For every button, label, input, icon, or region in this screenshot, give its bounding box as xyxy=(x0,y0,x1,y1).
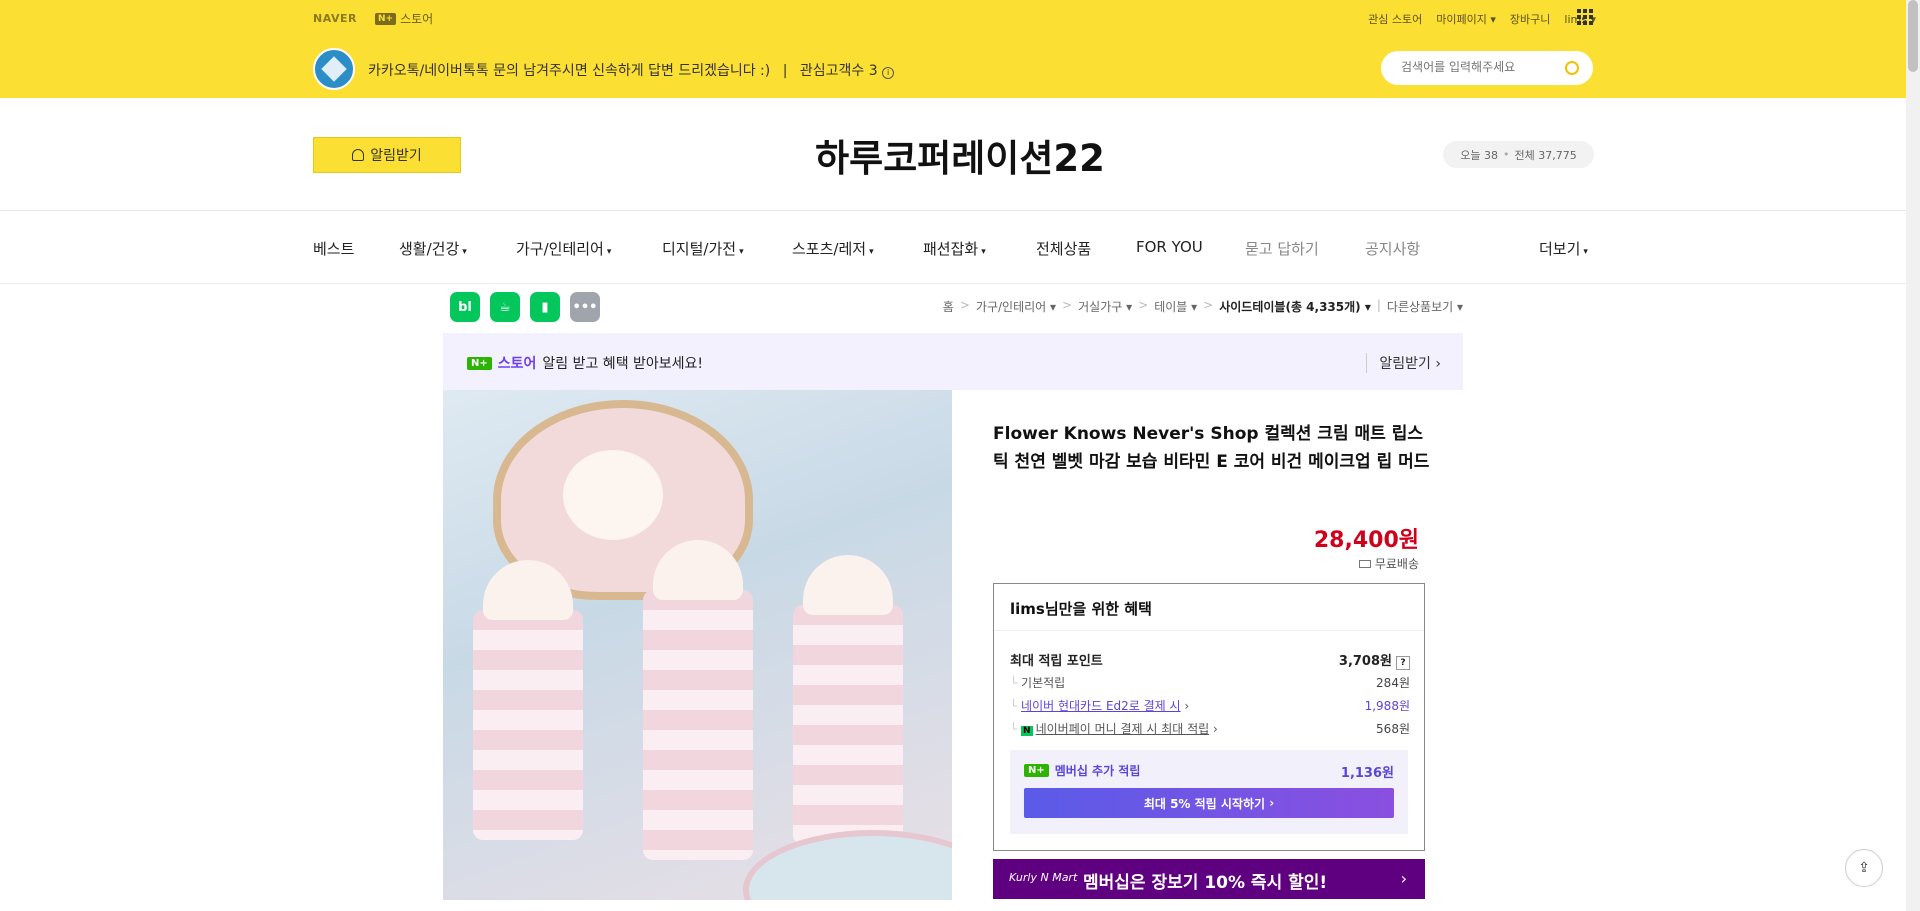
chevron-down-icon: ▾ xyxy=(739,247,744,257)
product-price: 28,400원 xyxy=(1313,528,1419,553)
interest-customers: 관심고객수 3 xyxy=(799,63,878,79)
topbar-row: NAVER N+ 스토어 관심 스토어 마이페이지 ▾ 장바구니 lims ▾ xyxy=(0,0,1920,36)
nplus-badge: N+ xyxy=(467,356,492,370)
cat-for-you[interactable]: FOR YOU xyxy=(1136,238,1203,256)
chevron-down-icon: ▾ xyxy=(606,247,612,257)
naver-logo[interactable]: NAVER xyxy=(313,12,357,25)
scrollbar[interactable] xyxy=(1906,0,1920,911)
max-point-row: 최대 적립 포인트 3,708원? xyxy=(1010,650,1410,670)
membership-start-button[interactable]: 최대 5% 적립 시작하기 › xyxy=(1024,788,1394,818)
nstore-promo-banner[interactable]: N+ 스토어 알림 받고 혜택 받아보세요! 알림받기 › xyxy=(443,333,1463,390)
chevron-right-icon: › xyxy=(1435,356,1441,372)
promo-text: 알림 받고 혜택 받아보세요! xyxy=(542,356,704,372)
benefit-box: lims님만을 위한 혜택 최대 적립 포인트 3,708원? └ 기본적립 2… xyxy=(993,583,1425,851)
cat-more[interactable]: 더보기 ▾ xyxy=(1539,238,1588,259)
breadcrumb-home[interactable]: 홈 xyxy=(943,298,954,315)
nplus-badge: N+ xyxy=(375,12,397,25)
breadcrumb-cat3[interactable]: 테이블 ▾ xyxy=(1154,298,1197,315)
product-image[interactable] xyxy=(443,390,952,900)
share-icons: bl ☕ ▮ ••• xyxy=(450,292,600,322)
kurly-logo: Kurly N Mart xyxy=(1009,871,1078,884)
store-topbar: NAVER N+ 스토어 관심 스토어 마이페이지 ▾ 장바구니 lims ▾ … xyxy=(0,0,1920,98)
share-icon[interactable]: ⇪ xyxy=(1845,849,1883,887)
jar-right xyxy=(793,555,903,845)
store-title[interactable]: 하루코퍼레이션22 xyxy=(0,128,1920,182)
link-cart[interactable]: 장바구니 xyxy=(1510,11,1550,27)
breadcrumb-current[interactable]: 사이드테이블(총 4,335개) ▾ xyxy=(1219,298,1371,315)
help-icon[interactable]: ? xyxy=(1396,656,1410,670)
breadcrumb: 홈 > 가구/인테리어 ▾ > 거실가구 ▾ > 테이블 ▾ > 사이드테이블(… xyxy=(942,298,1463,315)
breadcrumb-cat1[interactable]: 가구/인테리어 ▾ xyxy=(976,298,1056,315)
shipping-info: 무료배송 xyxy=(1358,555,1419,572)
more-icon[interactable]: ••• xyxy=(570,292,600,322)
product-title: Flower Knows Never's Shop 컬렉션 크림 매트 립스틱 … xyxy=(993,424,1430,472)
truck-icon xyxy=(1358,559,1371,568)
nplus-badge: N+ xyxy=(1024,764,1049,777)
kurly-text: 멤버십은 장보기 10% 즉시 할인! xyxy=(1083,873,1328,893)
chevron-down-icon: ▾ xyxy=(869,247,874,257)
visit-count: 오늘 38 • 전체 37,775 xyxy=(1443,141,1594,168)
chevron-down-icon: ▾ xyxy=(1583,247,1588,257)
info-icon[interactable]: i xyxy=(882,67,895,79)
card-point-link[interactable]: 네이버 현대카드 Ed2로 결제 시 xyxy=(1021,699,1181,713)
search-icon[interactable] xyxy=(1565,61,1579,75)
membership-value: 1,136원 xyxy=(1340,766,1394,781)
notice-text: 카카오톡/네이버톡톡 문의 남겨주시면 신속하게 답변 드리겠습니다 :) | … xyxy=(368,60,895,80)
cat-qna[interactable]: 묻고 답하기 xyxy=(1245,238,1319,259)
poodle-figure xyxy=(563,450,663,540)
cat-digital[interactable]: 디지털/가전 ▾ xyxy=(662,238,744,259)
chevron-down-icon: ▾ xyxy=(981,247,986,257)
store-logo-icon[interactable] xyxy=(313,48,355,90)
benefit-title: lims님만을 위한 혜택 xyxy=(1010,600,1152,618)
notice-row: 카카오톡/네이버톡톡 문의 남겨주시면 신속하게 답변 드리겠습니다 :) | … xyxy=(0,36,1920,98)
search-box[interactable] xyxy=(1381,51,1593,85)
cat-best[interactable]: 베스트 xyxy=(313,238,354,259)
chevron-right-icon: › xyxy=(1400,869,1407,888)
store-header: 알림받기 하루코퍼레이션22 오늘 38 • 전체 37,775 xyxy=(0,98,1920,211)
jar-left xyxy=(473,560,583,840)
scrollbar-thumb[interactable] xyxy=(1908,0,1918,72)
link-mypage[interactable]: 마이페이지 ▾ xyxy=(1436,11,1496,27)
top-links: 관심 스토어 마이페이지 ▾ 장바구니 lims ▾ xyxy=(1368,11,1596,27)
cat-all-products[interactable]: 전체상품 xyxy=(1036,238,1091,259)
cat-fashion[interactable]: 패션잡화 ▾ xyxy=(923,238,986,259)
link-favorite-store[interactable]: 관심 스토어 xyxy=(1368,11,1422,27)
card-point-row[interactable]: └ 네이버 현대카드 Ed2로 결제 시 › 1,988원 xyxy=(1010,697,1410,714)
chevron-down-icon: ▾ xyxy=(462,247,467,257)
cat-sports[interactable]: 스포츠/레저 ▾ xyxy=(792,238,874,259)
promo-alarm-link[interactable]: 알림받기 › xyxy=(1366,353,1441,373)
basic-point-row: └ 기본적립 284원 xyxy=(1010,676,1410,690)
cat-notice[interactable]: 공지사항 xyxy=(1365,238,1420,259)
nstore-label: 스토어 xyxy=(400,12,434,26)
cafe-icon[interactable]: ☕ xyxy=(490,292,520,322)
npay-icon: N xyxy=(1021,726,1033,736)
cat-life-health[interactable]: 생활/건강 ▾ xyxy=(399,238,467,259)
cat-furniture[interactable]: 가구/인테리어 ▾ xyxy=(516,238,611,259)
category-nav: 베스트 생활/건강 ▾ 가구/인테리어 ▾ 디지털/가전 ▾ 스포츠/레저 ▾ 패션잡화… xyxy=(0,212,1920,284)
blog-icon[interactable]: bl xyxy=(450,292,480,322)
pay-point-row[interactable]: └ N 네이버페이 머니 결제 시 최대 적립 › 568원 xyxy=(1010,720,1410,737)
search-input[interactable] xyxy=(1401,60,1551,74)
breadcrumb-other[interactable]: 다른상품보기 ▾ xyxy=(1387,298,1463,315)
breadcrumb-cat2[interactable]: 거실가구 ▾ xyxy=(1078,298,1132,315)
nstore-label: 스토어 xyxy=(497,356,537,372)
bookmark-icon[interactable]: ▮ xyxy=(530,292,560,322)
plate-decoration xyxy=(743,830,952,900)
kurly-banner[interactable]: Kurly N Mart 멤버십은 장보기 10% 즉시 할인! › xyxy=(993,859,1425,899)
membership-box: N+ 멤버십 추가 적립 1,136원 최대 5% 적립 시작하기 › xyxy=(1010,750,1408,834)
nstore-logo[interactable]: N+ 스토어 xyxy=(375,10,433,27)
apps-grid-icon[interactable] xyxy=(1577,9,1593,25)
jar-center xyxy=(643,540,753,860)
